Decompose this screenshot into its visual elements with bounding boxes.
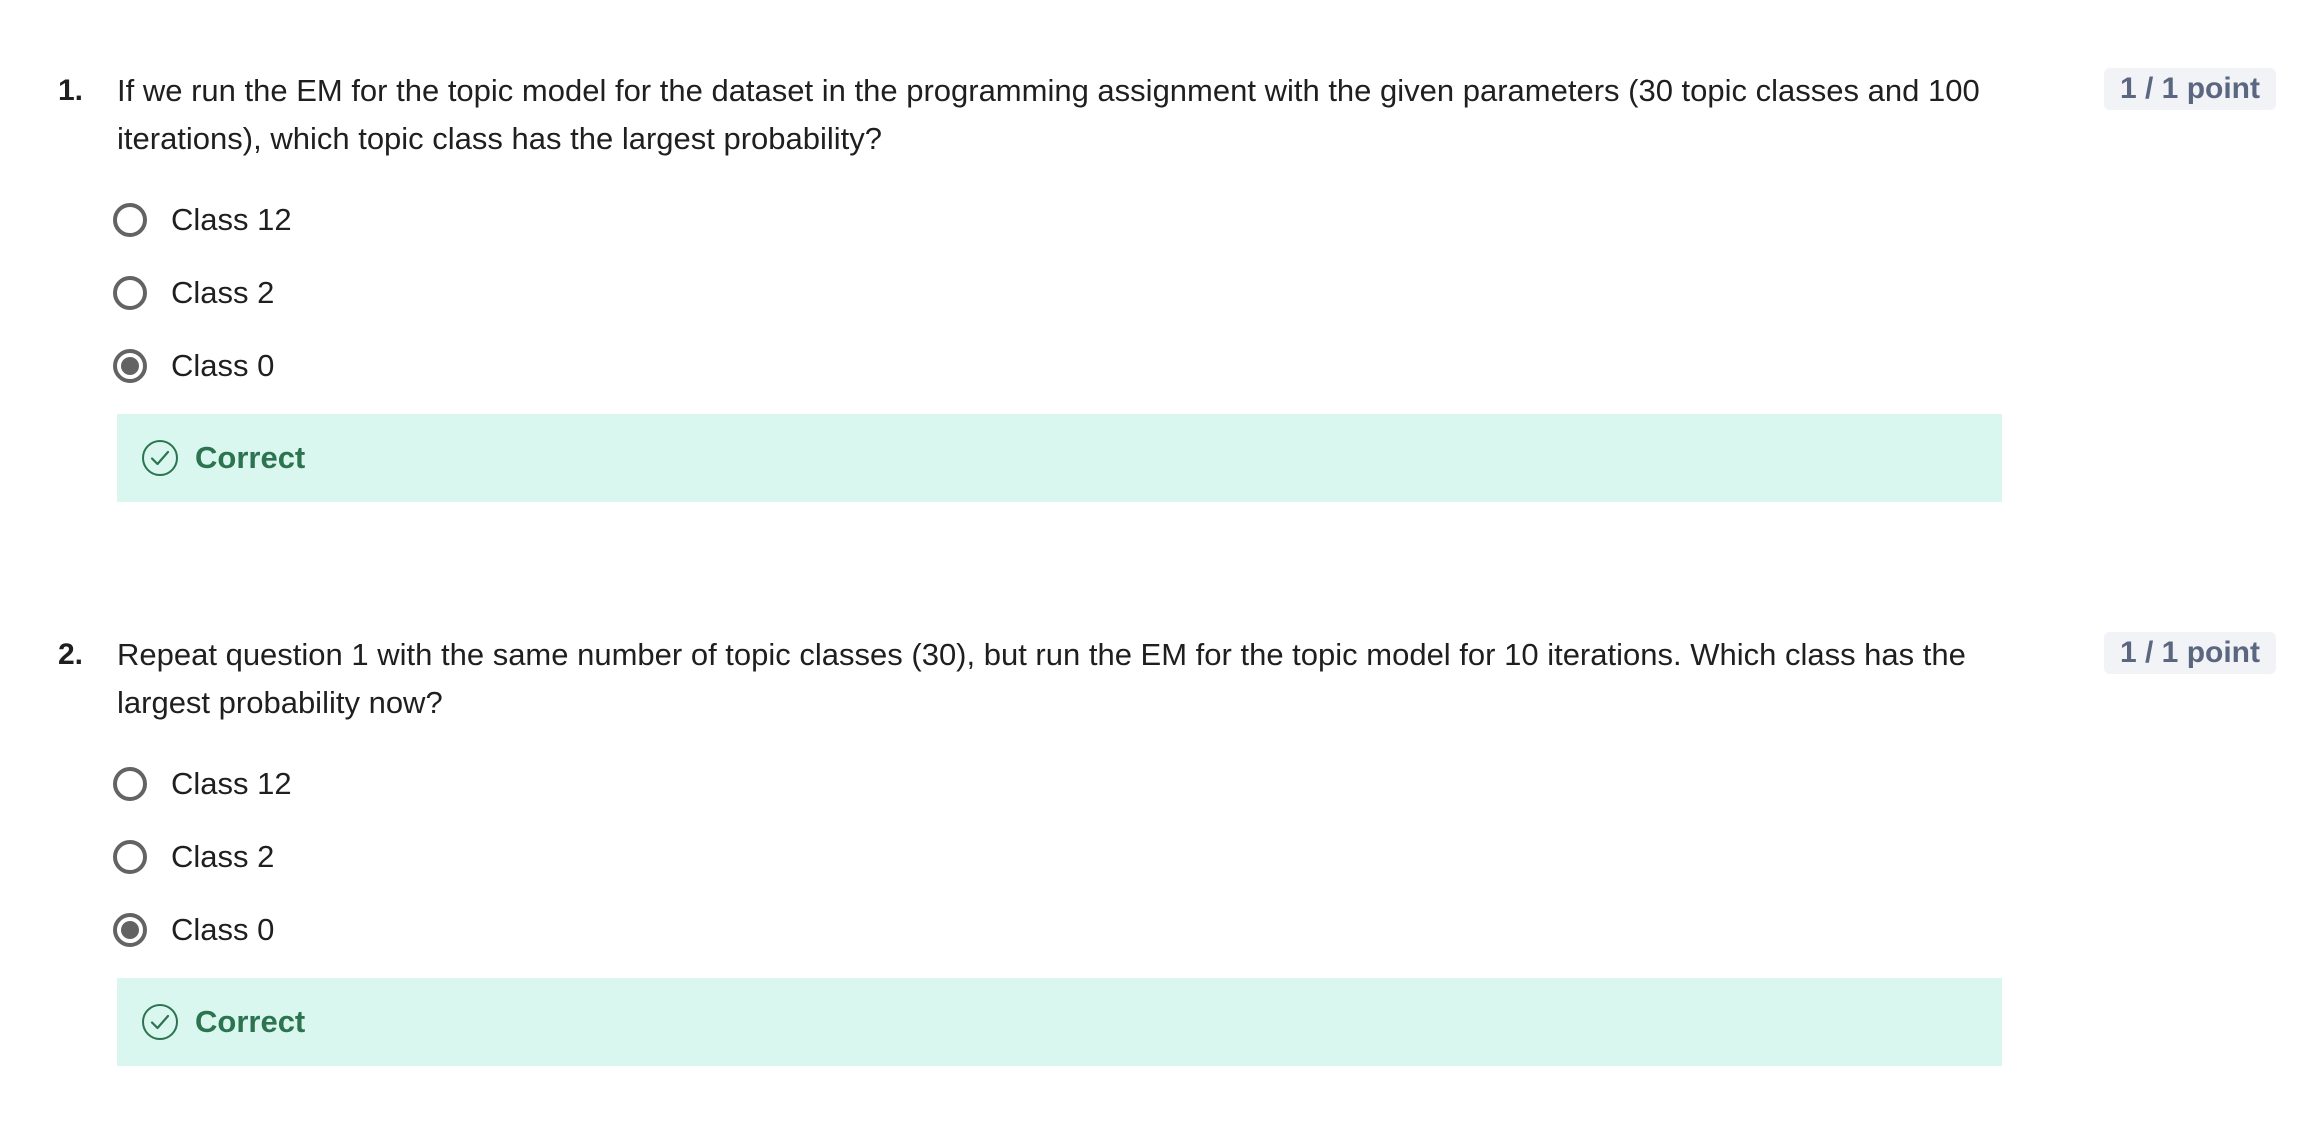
radio-selected-icon[interactable]: [113, 913, 147, 947]
question-text: Repeat question 1 with the same number o…: [117, 637, 1966, 720]
radio-selected-icon[interactable]: [113, 349, 147, 383]
points-badge: 1 / 1 point: [2104, 68, 2276, 110]
option-label: Class 2: [171, 839, 275, 874]
points-badge: 1 / 1 point: [2104, 632, 2276, 674]
radio-dot: [121, 357, 139, 375]
feedback-correct: Correct: [117, 414, 2002, 502]
radio-unselected-icon[interactable]: [113, 840, 147, 874]
option-label: Class 12: [171, 202, 292, 237]
option-class-12[interactable]: Class 12: [113, 762, 292, 806]
check-circle-icon: [142, 440, 178, 476]
option-class-2[interactable]: Class 2: [113, 835, 274, 879]
option-class-0[interactable]: Class 0: [113, 908, 274, 952]
feedback-correct: Correct: [117, 978, 2002, 1066]
feedback-label: Correct: [195, 1004, 306, 1039]
check-circle-icon: [142, 1004, 178, 1040]
option-class-2[interactable]: Class 2: [113, 271, 274, 315]
radio-unselected-icon[interactable]: [113, 767, 147, 801]
question-number: 2.: [58, 638, 84, 671]
option-label: Class 0: [171, 912, 275, 947]
question-number: 1.: [58, 74, 84, 107]
radio-unselected-icon[interactable]: [113, 203, 147, 237]
option-class-12[interactable]: Class 12: [113, 198, 292, 242]
option-label: Class 0: [171, 348, 275, 383]
feedback-label: Correct: [195, 440, 306, 475]
option-label: Class 12: [171, 766, 292, 801]
radio-unselected-icon[interactable]: [113, 276, 147, 310]
question-text: If we run the EM for the topic model for…: [117, 73, 1980, 156]
radio-dot: [121, 921, 139, 939]
option-class-0[interactable]: Class 0: [113, 344, 274, 388]
option-label: Class 2: [171, 275, 275, 310]
